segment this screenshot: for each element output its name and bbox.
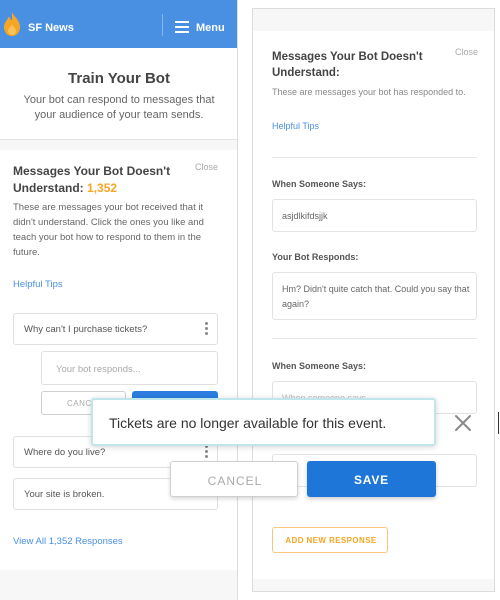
when-field[interactable]: asjdlkifdsjjk [272,199,477,232]
save-label: SAVE [354,473,389,487]
when-label: When Someone Says: [272,179,367,189]
section-subtitle: These are messages your bot has responde… [272,87,466,97]
responds-value: Hm? Didn't quite catch that. Could you s… [282,284,470,309]
question-text: Where do you live? [24,447,106,458]
section-title: Messages Your Bot Doesn't Understand: 1,… [13,164,171,195]
page-subtitle: Your bot can respond to messages that yo… [23,94,215,121]
close-icon[interactable] [453,413,473,433]
section-description: These are messages your bot received tha… [13,202,204,258]
add-response-button[interactable]: ADD NEW RESPONSE [272,527,388,553]
when-value: asjdlkifdsjjk [282,211,328,221]
add-response-label: ADD NEW RESPONSE [285,536,377,545]
more-options-icon[interactable] [205,322,208,337]
page-title: Train Your Bot [68,70,170,87]
flame-icon [4,12,20,36]
message-count: 1,352 [87,181,118,195]
question-text: Your site is broken. [24,489,105,500]
section-title: Messages Your Bot Doesn't Understand: [272,51,423,79]
screenshot-stage: SF News Menu Train Your Bot Your bot can… [0,0,500,600]
hamburger-icon[interactable] [175,21,189,33]
divider [272,338,477,339]
close-link[interactable]: Close [195,162,218,172]
responds-label: Your Bot Responds: [272,252,359,262]
view-all-link[interactable]: View All 1,352 Responses [13,536,123,547]
question-text: Why can't I purchase tickets? [24,324,148,335]
helpful-tips-link[interactable]: Helpful Tips [272,121,319,131]
response-text-input[interactable]: Tickets are no longer available for this… [91,398,499,446]
header-divider [162,14,163,36]
response-placeholder: Your bot responds... [56,364,141,375]
responds-field[interactable]: Hm? Didn't quite catch that. Could you s… [272,272,477,320]
brand-name[interactable]: SF News [28,22,74,34]
text-caret [498,412,499,434]
cancel-label: CANCEL [207,474,263,488]
save-button[interactable]: SAVE [307,461,436,497]
menu-button[interactable]: Menu [196,22,225,34]
response-input[interactable]: Your bot responds... [41,351,218,385]
divider [272,157,477,158]
helpful-tips-link[interactable]: Helpful Tips [13,279,63,290]
more-options-icon[interactable] [205,445,208,460]
cancel-label: CANC [67,399,92,408]
train-bot-card: Train Your Bot Your bot can respond to m… [0,48,237,140]
response-input-value: Tickets are no longer available for this… [109,415,387,431]
mobile-header: SF News Menu [0,0,237,48]
close-link[interactable]: Close [455,47,478,57]
cancel-button[interactable]: CANCEL [170,461,298,497]
desktop-panel: Messages Your Bot Doesn't Understand: Cl… [252,8,495,592]
mobile-panel: SF News Menu Train Your Bot Your bot can… [0,0,238,600]
when-label: When Someone Says: [272,361,367,371]
list-item[interactable]: Why can't I purchase tickets? [13,313,218,345]
